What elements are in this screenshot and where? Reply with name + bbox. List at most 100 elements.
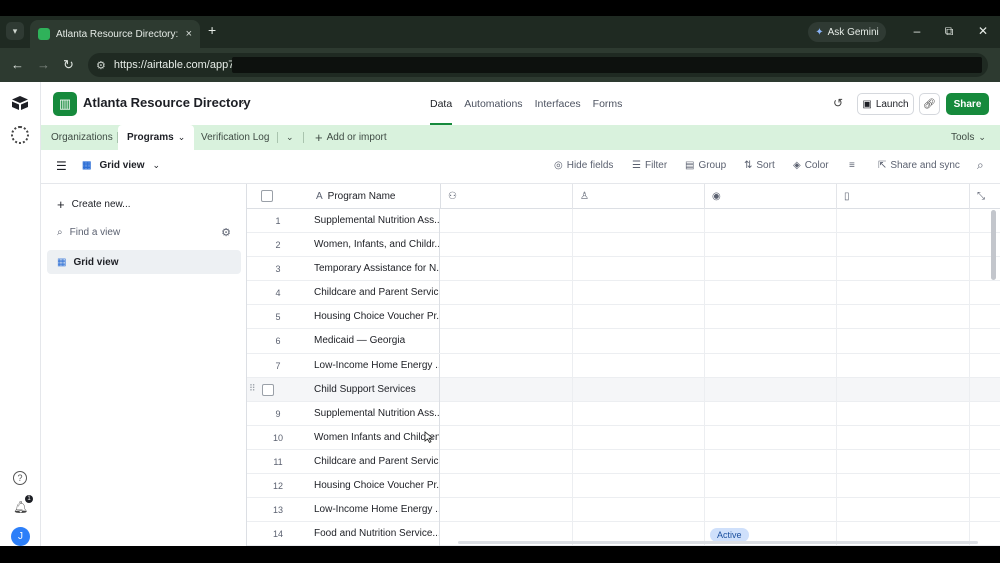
program-name-cell[interactable]: Food and Nutrition Service...	[309, 522, 440, 546]
status-cell[interactable]	[705, 498, 837, 523]
forward-arrow-icon[interactable]: →	[37, 57, 50, 72]
user-cell[interactable]	[573, 209, 705, 233]
row-checkbox[interactable]	[262, 383, 274, 396]
add-or-import-button[interactable]: + Add or import	[315, 125, 387, 150]
table-tab-organizations[interactable]: Organizations	[51, 125, 113, 150]
table-row[interactable]: 1 Supplemental Nutrition Ass...	[247, 209, 1000, 234]
horizontal-scrollbar[interactable]	[458, 541, 978, 544]
back-arrow-icon[interactable]: ←	[11, 57, 24, 72]
status-cell[interactable]	[705, 401, 837, 426]
copy-link-icon[interactable]: 🔗︎	[919, 93, 940, 115]
program-name-cell[interactable]: Housing Choice Voucher Pr...	[309, 305, 440, 330]
hide-fields-button[interactable]: ◎ Hide fields	[554, 160, 613, 171]
close-window-button[interactable]: ✕	[975, 24, 991, 38]
field-header-people[interactable]: ⚇	[441, 184, 573, 209]
tools-menu[interactable]: Tools ⌄	[951, 125, 986, 150]
document-cell[interactable]	[837, 449, 970, 474]
find-view-input[interactable]: ⌕ Find a view ⚙	[47, 220, 241, 244]
nav-forms[interactable]: Forms	[593, 82, 623, 125]
table-row[interactable]: 3 Temporary Assistance for N...	[247, 257, 1000, 282]
status-cell[interactable]	[705, 377, 837, 402]
program-name-cell[interactable]: Women, Infants, and Childr...	[309, 233, 440, 258]
table-row[interactable]: 7 Low-Income Home Energy ...	[247, 353, 1000, 378]
user-cell[interactable]	[573, 281, 705, 306]
people-cell[interactable]	[441, 257, 573, 282]
user-cell[interactable]	[573, 401, 705, 426]
people-cell[interactable]	[441, 209, 573, 233]
help-icon[interactable]: ?	[13, 471, 27, 485]
program-name-cell[interactable]: Housing Choice Voucher Pr...	[309, 474, 440, 499]
people-cell[interactable]	[441, 233, 573, 258]
field-header-document[interactable]: ▯	[837, 184, 970, 209]
nav-data[interactable]: Data	[430, 82, 453, 125]
user-cell[interactable]	[573, 377, 705, 402]
status-cell[interactable]	[705, 233, 837, 258]
view-switcher[interactable]: ▦ Grid view ⌄	[82, 160, 160, 171]
ask-gemini-button[interactable]: ✦ Ask Gemini	[808, 22, 886, 42]
field-header-status[interactable]: ◉	[705, 184, 837, 209]
site-info-icon[interactable]: ⚙	[96, 59, 106, 72]
table-row[interactable]: 4 Childcare and Parent Servic...	[247, 281, 1000, 306]
minimize-window-button[interactable]: –	[909, 24, 925, 38]
people-cell[interactable]	[441, 401, 573, 426]
status-cell[interactable]	[705, 257, 837, 282]
tab-search-button[interactable]: ▾	[6, 22, 24, 40]
table-row[interactable]: 11 Childcare and Parent Servic...	[247, 449, 1000, 475]
table-row[interactable]: 2 Women, Infants, and Childr...	[247, 233, 1000, 258]
share-button[interactable]: Share	[946, 93, 989, 115]
browser-tab-active[interactable]: Atlanta Resource Directory: Pro ×	[30, 20, 200, 48]
table-row[interactable]: 6 Medicaid — Georgia	[247, 329, 1000, 354]
table-tab-verification-log[interactable]: Verification Log	[201, 125, 269, 150]
chevron-down-icon[interactable]: ⌄	[178, 132, 186, 143]
select-all-checkbox[interactable]	[261, 190, 273, 202]
document-cell[interactable]	[837, 233, 970, 258]
program-name-cell[interactable]: Women Infants and Children	[309, 425, 440, 450]
sidebar-item-grid-view[interactable]: ▦ Grid view	[47, 250, 241, 274]
share-and-sync-button[interactable]: ⇱ Share and sync	[878, 160, 960, 171]
nav-automations[interactable]: Automations	[464, 82, 522, 125]
user-cell[interactable]	[573, 257, 705, 282]
drag-handle-icon[interactable]: ⠿	[249, 383, 256, 394]
program-name-cell[interactable]: Temporary Assistance for N...	[309, 257, 440, 282]
program-name-cell[interactable]: Childcare and Parent Servic...	[309, 281, 440, 306]
user-cell[interactable]	[573, 498, 705, 523]
user-avatar[interactable]: J	[11, 527, 30, 546]
program-name-cell[interactable]: Low-Income Home Energy ...	[309, 353, 440, 378]
user-cell[interactable]	[573, 425, 705, 450]
program-name-cell[interactable]: Supplemental Nutrition Ass...	[309, 209, 440, 233]
user-cell[interactable]	[573, 305, 705, 330]
restore-window-button[interactable]: ⧉	[941, 24, 957, 39]
people-cell[interactable]	[441, 353, 573, 378]
more-tables-chevron-icon[interactable]: ⌄	[286, 125, 294, 150]
status-cell[interactable]	[705, 281, 837, 306]
document-cell[interactable]	[837, 257, 970, 282]
close-tab-icon[interactable]: ×	[186, 28, 192, 40]
status-cell[interactable]	[705, 209, 837, 233]
document-cell[interactable]	[837, 329, 970, 354]
program-name-cell[interactable]: Supplemental Nutrition Ass...	[309, 401, 440, 426]
sidebar-toggle-icon[interactable]: ☰	[56, 159, 67, 173]
table-tab-programs[interactable]: Programs ⌄	[118, 125, 195, 150]
people-cell[interactable]	[441, 498, 573, 523]
document-cell[interactable]	[837, 377, 970, 402]
table-row[interactable]: 10 Women Infants and Children	[247, 425, 1000, 450]
create-new-view-button[interactable]: + Create new...	[47, 192, 241, 216]
table-row[interactable]: 13 Low-Income Home Energy ...	[247, 498, 1000, 523]
document-cell[interactable]	[837, 425, 970, 450]
people-cell[interactable]	[441, 377, 573, 402]
field-header-user[interactable]: ♙	[573, 184, 705, 209]
program-name-cell[interactable]: Childcare and Parent Servic...	[309, 449, 440, 474]
document-cell[interactable]	[837, 209, 970, 233]
program-name-cell[interactable]: Child Support Services	[309, 377, 440, 402]
people-cell[interactable]	[441, 425, 573, 450]
document-cell[interactable]	[837, 281, 970, 306]
launch-button[interactable]: ▣ Launch	[857, 93, 914, 115]
table-row[interactable]: 5 Housing Choice Voucher Pr...	[247, 305, 1000, 330]
document-cell[interactable]	[837, 498, 970, 523]
user-cell[interactable]	[573, 233, 705, 258]
history-icon[interactable]: ↺	[833, 96, 843, 110]
nav-interfaces[interactable]: Interfaces	[535, 82, 581, 125]
document-cell[interactable]	[837, 305, 970, 330]
sort-button[interactable]: ⇅ Sort	[744, 160, 775, 171]
status-cell[interactable]	[705, 449, 837, 474]
